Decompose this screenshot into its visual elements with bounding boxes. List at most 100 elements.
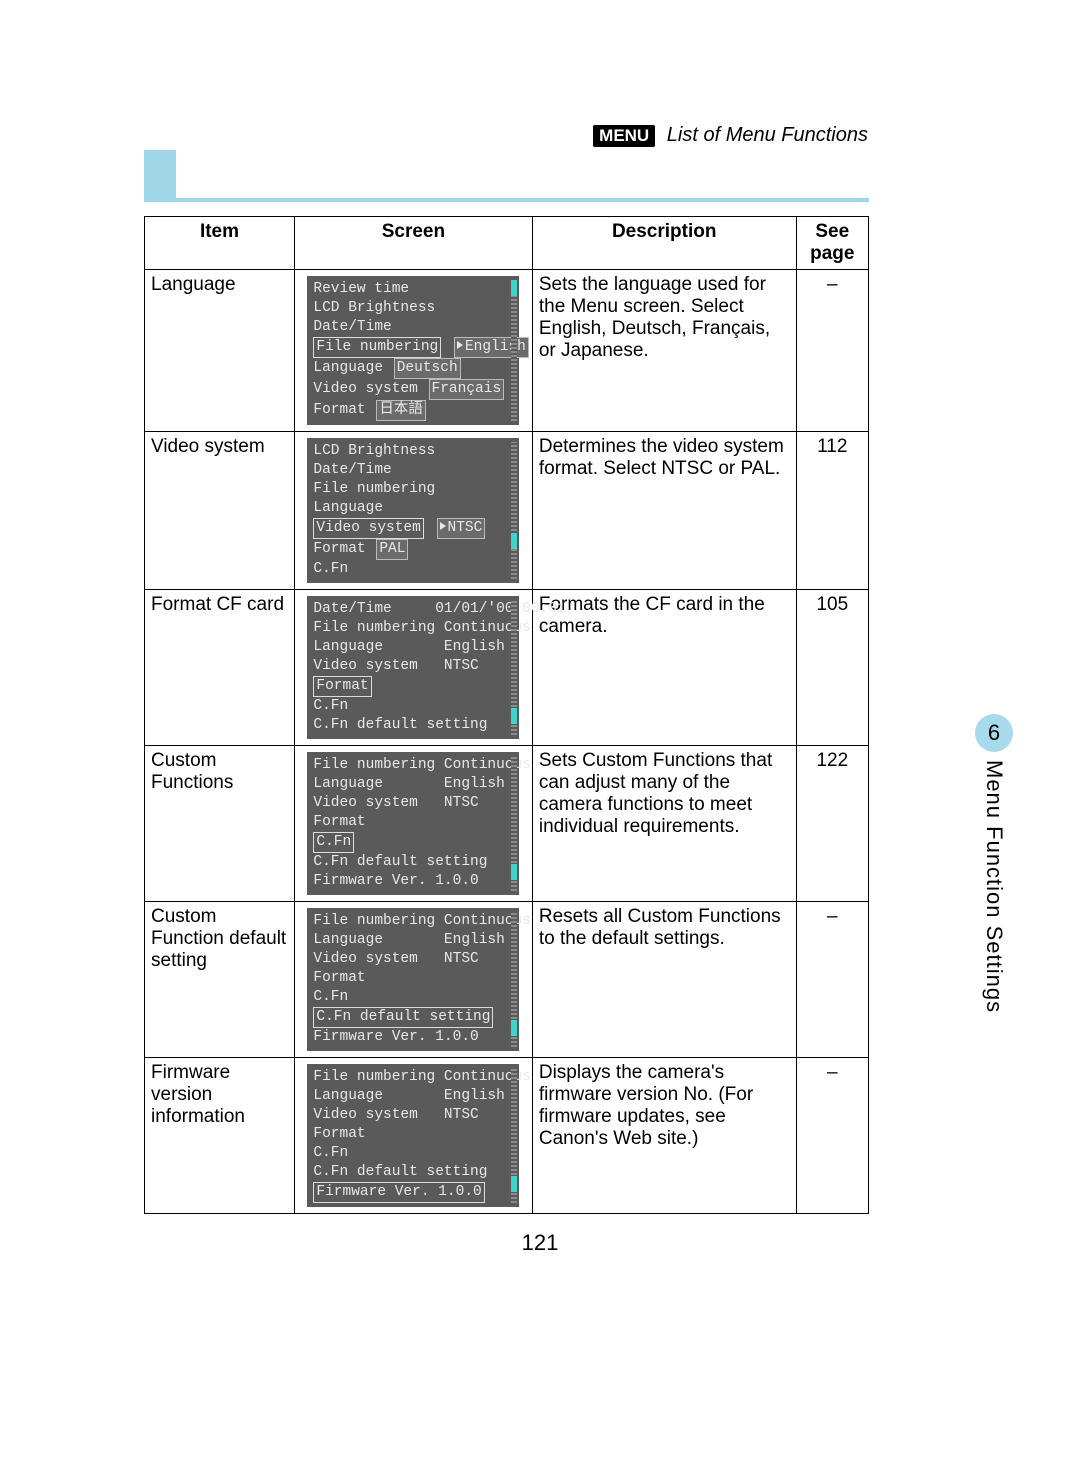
chapter-tab: 6 Menu Function Settings [968,714,1020,1026]
cell-item: Firmware version information [145,1058,295,1214]
cell-seepage: – [796,1058,868,1214]
lcd-line: Video system Français [313,379,513,400]
lcd-line: Format 日本語 [313,400,513,421]
cell-item: Custom Functions [145,746,295,902]
lcd-line: LCD Brightness [313,442,513,461]
lcd-submenu-item: 日本語 [376,400,426,421]
lcd-line: Date/Time [313,318,513,337]
header-title: List of Menu Functions [667,124,868,146]
cell-description: Formats the CF card in the camera. [532,590,796,746]
cell-seepage: 112 [796,432,868,590]
lcd-line: Language English [313,775,513,794]
cursor-icon [457,341,463,349]
cell-description: Resets all Custom Functions to the defau… [532,902,796,1058]
lcd-screenshot: Review timeLCD BrightnessDate/TimeFile n… [307,276,519,425]
lcd-line: Video system NTSC [313,950,513,969]
page-number: 121 [0,1230,1080,1256]
cell-item: Language [145,270,295,432]
scrollbar-thumb [511,280,517,296]
scrollbar [511,280,517,421]
lcd-line: C.Fn [313,832,513,853]
lcd-line: C.Fn [313,1144,513,1163]
table-row: Firmware version informationFile numberi… [145,1058,869,1214]
lcd-screenshot: File numbering ContinuousLanguage Englis… [307,908,519,1051]
table-header-row: Item Screen Description See page [145,217,869,270]
lcd-submenu-item: PAL [376,539,408,560]
lcd-screenshot: File numbering ContinuousLanguage Englis… [307,1064,519,1207]
scrollbar-thumb [511,533,517,549]
table-row: Format CF cardDate/Time 01/01/'00 00:01F… [145,590,869,746]
col-screen: Screen [294,217,532,270]
lcd-line: Video system NTSC [313,794,513,813]
lcd-line: Format PAL [313,539,513,560]
lcd-line: C.Fn default setting [313,853,513,872]
lcd-line: C.Fn [313,560,513,579]
lcd-submenu-item: English [454,337,529,358]
menu-functions-table: Item Screen Description See page Languag… [144,216,869,1214]
lcd-line: File numbering [313,480,513,499]
lcd-line: Language English [313,638,513,657]
lcd-line: C.Fn [313,988,513,1007]
lcd-line: Date/Time [313,461,513,480]
lcd-line: File numbering Continuous [313,619,513,638]
cell-seepage: 122 [796,746,868,902]
menu-badge: MENU [593,125,655,147]
scrollbar-thumb [511,1176,517,1192]
lcd-screenshot: LCD BrightnessDate/TimeFile numberingLan… [307,438,519,583]
cell-description: Sets Custom Functions that can adjust ma… [532,746,796,902]
cell-description: Displays the camera's firmware version N… [532,1058,796,1214]
lcd-line: Language English [313,1087,513,1106]
cell-item: Video system [145,432,295,590]
cell-screen: File numbering ContinuousLanguage Englis… [294,746,532,902]
cell-description: Determines the video system format. Sele… [532,432,796,590]
lcd-line: Format [313,969,513,988]
chapter-title: Menu Function Settings [981,760,1007,1013]
lcd-line: Video system NTSC [313,518,513,539]
lcd-screenshot: File numbering ContinuousLanguage Englis… [307,752,519,895]
lcd-submenu-item: Deutsch [394,358,461,379]
col-description: Description [532,217,796,270]
lcd-line: File numbering English [313,337,513,358]
lcd-line: Video system NTSC [313,657,513,676]
lcd-line: Format [313,1125,513,1144]
lcd-line: C.Fn default setting [313,1163,513,1182]
col-seepage: See page [796,217,868,270]
cell-screen: File numbering ContinuousLanguage Englis… [294,1058,532,1214]
lcd-submenu-item: Français [429,379,505,400]
col-item: Item [145,217,295,270]
lcd-submenu-item: NTSC [437,518,486,539]
lcd-line: Format [313,676,513,697]
lcd-line: Date/Time 01/01/'00 00:01 [313,600,513,619]
lcd-line: File numbering Continuous [313,912,513,931]
header-rule [144,150,869,202]
cell-screen: LCD BrightnessDate/TimeFile numberingLan… [294,432,532,590]
table-row: Custom Function default settingFile numb… [145,902,869,1058]
scrollbar [511,442,517,579]
lcd-line: File numbering Continuous [313,1068,513,1087]
lcd-line: Language English [313,931,513,950]
scrollbar-thumb [511,708,517,724]
lcd-line: Video system NTSC [313,1106,513,1125]
chapter-number: 6 [975,714,1013,752]
table-row: Video systemLCD BrightnessDate/TimeFile … [145,432,869,590]
table-row: LanguageReview timeLCD BrightnessDate/Ti… [145,270,869,432]
lcd-line: Language [313,499,513,518]
lcd-line: Firmware Ver. 1.0.0 [313,1182,513,1203]
lcd-line: Language Deutsch [313,358,513,379]
lcd-line: LCD Brightness [313,299,513,318]
lcd-line: Format [313,813,513,832]
cell-description: Sets the language used for the Menu scre… [532,270,796,432]
lcd-line: C.Fn [313,697,513,716]
lcd-line: Firmware Ver. 1.0.0 [313,1028,513,1047]
table-row: Custom FunctionsFile numbering Continuou… [145,746,869,902]
cell-screen: File numbering ContinuousLanguage Englis… [294,902,532,1058]
cell-item: Custom Function default setting [145,902,295,1058]
cell-seepage: 105 [796,590,868,746]
cell-screen: Date/Time 01/01/'00 00:01File numbering … [294,590,532,746]
lcd-screenshot: Date/Time 01/01/'00 00:01File numbering … [307,596,519,739]
page-header: MENU List of Menu Functions [593,124,868,147]
page: MENU List of Menu Functions 6 Menu Funct… [0,0,1080,1476]
lcd-line: C.Fn default setting [313,1007,513,1028]
lcd-line: File numbering Continuous [313,756,513,775]
cell-seepage: – [796,902,868,1058]
